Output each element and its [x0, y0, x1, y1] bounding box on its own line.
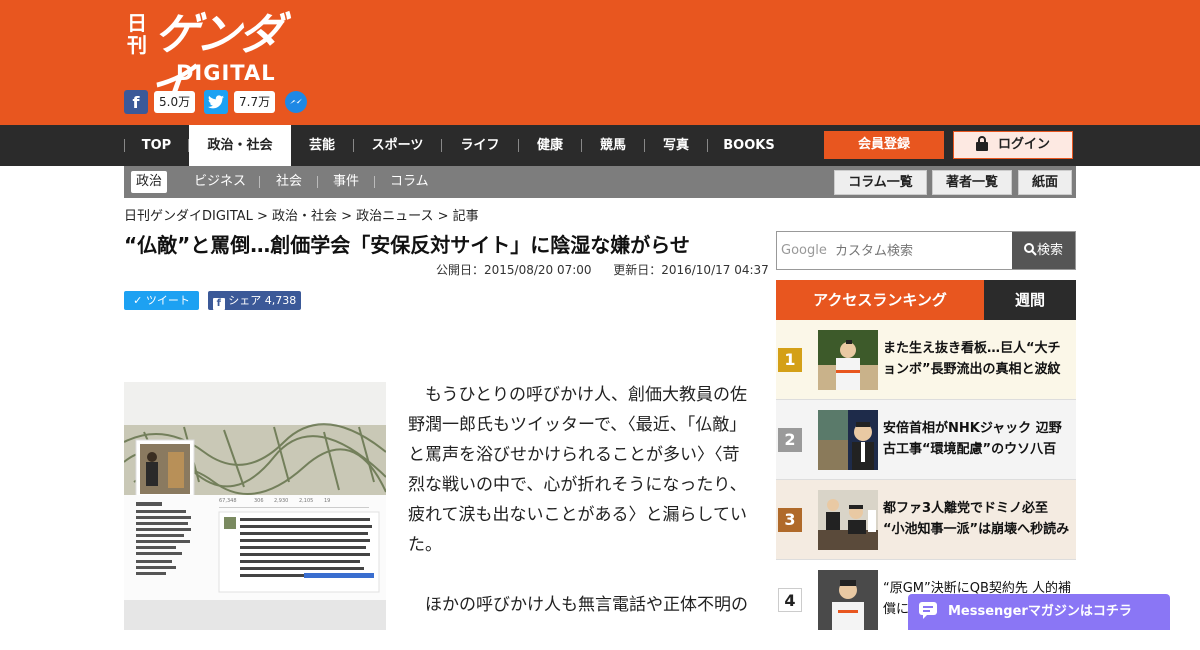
facebook-icon: f	[212, 298, 225, 310]
ranking-item[interactable]: 1 また生え抜き看板…巨人“大チョンボ”長野流出の真相と波紋	[776, 320, 1076, 400]
nav-item-life[interactable]: ライフ	[442, 125, 518, 166]
lock-icon	[975, 135, 988, 161]
search-button-label: 検索	[1036, 243, 1063, 258]
sub-nav: 政治 ビジネス 社会 事件 コラム コラム一覧 著者一覧 紙面	[124, 166, 1076, 198]
facebook-icon[interactable]: f	[124, 90, 148, 114]
svg-text:2,930: 2,930	[274, 498, 288, 504]
column-list-button[interactable]: コラム一覧	[834, 170, 927, 195]
subnav-separator	[317, 176, 318, 188]
nav-item-sports[interactable]: スポーツ	[354, 125, 441, 166]
tab-weekly[interactable]: 週間	[984, 280, 1076, 320]
subnav-separator	[259, 176, 260, 188]
twitter-icon[interactable]	[204, 90, 228, 114]
search-button[interactable]: 検索	[1012, 232, 1075, 269]
facebook-count: 5.0万	[154, 91, 196, 113]
ranking-title: また生え抜き看板…巨人“大チョンボ”長野流出の真相と波紋	[883, 341, 1061, 377]
tweet-label: ツイート	[145, 294, 190, 307]
article-dates: 公開日：2015/08/20 07:00 更新日：2016/10/17 04:3…	[436, 261, 769, 278]
search-input[interactable]	[777, 232, 1013, 269]
tweet-button[interactable]: ✓ ツイート	[124, 291, 199, 310]
ranking-thumbnail	[818, 570, 878, 630]
subnav-item-society[interactable]: 社会	[276, 171, 302, 193]
messenger-banner-label: Messengerマガジンはコチラ	[948, 604, 1132, 619]
member-register-button[interactable]: 会員登録	[824, 131, 944, 159]
nav-item-books[interactable]: BOOKS	[708, 125, 790, 166]
ranking-item[interactable]: 2 安倍首相がNHKジャック 辺野古工事“環境配慮”のウソ八百	[776, 400, 1076, 480]
logo-nikkan: 日刊	[127, 11, 147, 57]
nav-item-politics[interactable]: 政治・社会	[189, 125, 291, 166]
search-icon	[1023, 234, 1037, 271]
twitter-count: 7.7万	[234, 91, 276, 113]
ranking-title: 都ファ3人離党でドミノ必至 “小池知事一派”は崩壊へ秒読み	[883, 501, 1070, 537]
custom-search-box: Google 検索	[776, 231, 1076, 270]
twitter-icon: ✓	[133, 294, 143, 307]
subnav-item-incident[interactable]: 事件	[333, 171, 359, 193]
ranking-thumbnail	[818, 490, 878, 550]
ranking-thumbnail	[818, 410, 878, 470]
updated-date: 更新日：2016/10/17 04:37	[613, 263, 769, 277]
ranking-item[interactable]: 3 都ファ3人離党でドミノ必至 “小池知事一派”は崩壊へ秒読み	[776, 480, 1076, 560]
messenger-magazine-banner[interactable]: Messengerマガジンはコチラ	[908, 594, 1170, 630]
nav-item-keiba[interactable]: 競馬	[582, 125, 644, 166]
subnav-item-column[interactable]: コラム	[390, 171, 429, 193]
article-paragraph: もうひとりの呼びかけ人、創価大教員の佐野潤一郎氏もツイッターで、〈最近、「仏敵」…	[408, 385, 747, 555]
article-paragraph: ほかの呼びかけ人も無言電話や正体不明の	[425, 595, 748, 615]
ranking-title: 安倍首相がNHKジャック 辺野古工事“環境配慮”のウソ八百	[883, 421, 1062, 457]
rank-badge: 3	[778, 508, 802, 532]
site-header: 日刊 ゲンダイ DIGITAL f 5.0万 7.7万	[0, 0, 1200, 125]
article-photo: 67,348 306 2,930 2,105 19	[124, 382, 386, 630]
svg-text:67,348: 67,348	[219, 498, 237, 504]
nav-item-top[interactable]: TOP	[125, 125, 188, 166]
paper-button[interactable]: 紙面	[1018, 170, 1072, 195]
tab-access-ranking[interactable]: アクセスランキング	[776, 280, 984, 320]
subnav-separator	[374, 176, 375, 188]
rank-badge: 1	[778, 348, 802, 372]
subnav-item-business[interactable]: ビジネス	[194, 171, 246, 193]
logo-digital: DIGITAL	[176, 61, 276, 85]
ranking-thumbnail	[818, 330, 878, 390]
article-body: もうひとりの呼びかけ人、創価大教員の佐野潤一郎氏もツイッターで、〈最近、「仏敵」…	[408, 380, 753, 650]
facebook-share-button[interactable]: f シェア 4,738	[208, 291, 301, 310]
subnav-item-politics[interactable]: 政治	[131, 171, 168, 193]
author-list-button[interactable]: 著者一覧	[932, 170, 1012, 195]
messenger-icon[interactable]	[284, 90, 308, 114]
svg-text:2,105: 2,105	[299, 498, 313, 504]
main-nav: TOP 政治・社会 芸能 スポーツ ライフ 健康 競馬 写真 BOOKS 会員登…	[0, 125, 1200, 166]
article-title: “仏敵”と罵倒…創価学会「安保反対サイト」に陰湿な嫌がらせ	[124, 233, 690, 257]
nav-item-photo[interactable]: 写真	[645, 125, 707, 166]
svg-text:306: 306	[254, 498, 264, 504]
nav-item-entertainment[interactable]: 芸能	[291, 125, 353, 166]
nav-item-health[interactable]: 健康	[519, 125, 581, 166]
published-date: 公開日：2015/08/20 07:00	[436, 263, 592, 277]
rank-badge: 4	[778, 588, 802, 612]
rank-badge: 2	[778, 428, 802, 452]
site-logo[interactable]: 日刊 ゲンダイ DIGITAL	[126, 9, 306, 110]
login-button[interactable]: ログイン	[953, 131, 1073, 159]
breadcrumb[interactable]: 日刊ゲンダイDIGITAL > 政治・社会 > 政治ニュース > 記事	[124, 205, 479, 224]
share-label: シェア 4,738	[228, 294, 297, 307]
social-counters: f 5.0万 7.7万	[124, 90, 324, 114]
svg-text:19: 19	[324, 498, 330, 504]
login-label: ログイン	[997, 137, 1050, 152]
